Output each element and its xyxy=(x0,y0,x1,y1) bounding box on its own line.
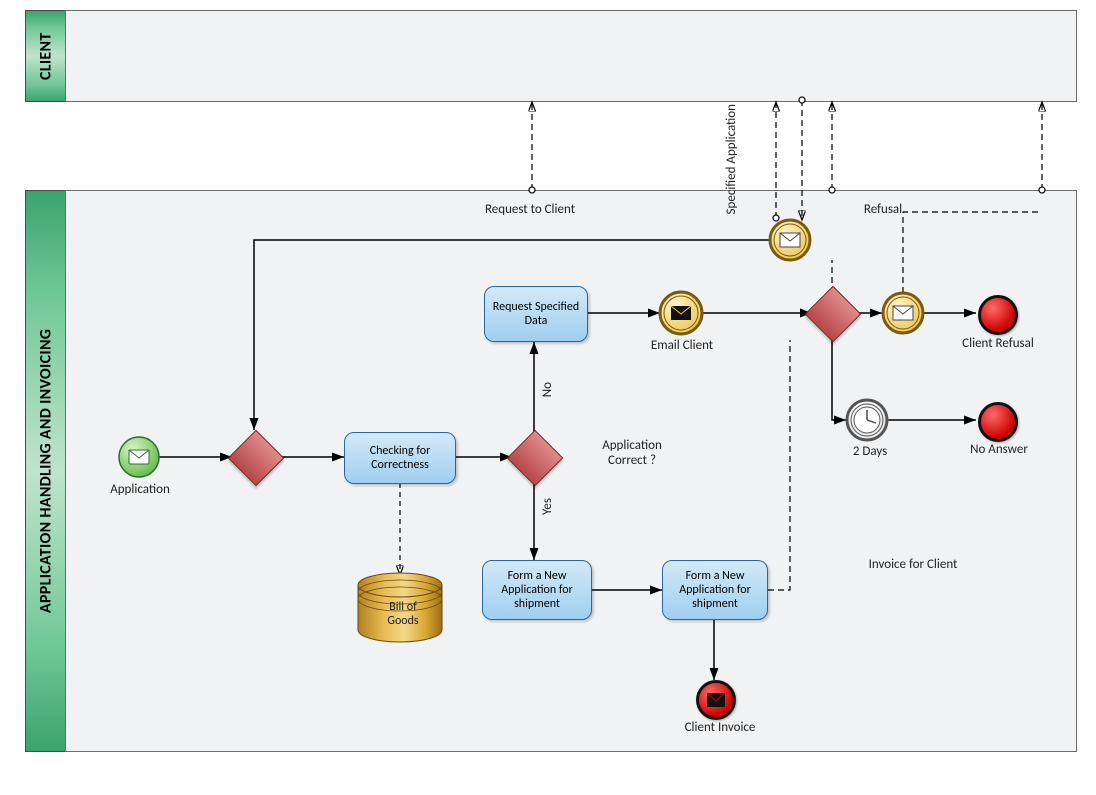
label-2-days: 2 Days xyxy=(840,444,900,459)
label-bill-of-goods: Bill of Goods xyxy=(378,600,428,628)
label-yes: Yes xyxy=(540,498,564,515)
connectors-layer xyxy=(0,0,1096,795)
end-event-client-invoice xyxy=(696,680,736,720)
label-no-answer: No Answer xyxy=(954,442,1044,457)
label-client-invoice: Client Invoice xyxy=(670,720,770,735)
label-invoice-for-client: Invoice for Client xyxy=(848,557,978,572)
label-no: No xyxy=(540,382,564,397)
label-specified-application: Specified Application xyxy=(724,104,744,214)
envelope-icon xyxy=(707,693,725,707)
task-checking-correctness: Checking for Correctness xyxy=(344,432,456,484)
task-form-new-application-2: Form a New Application for shipment xyxy=(662,560,768,620)
label-application: Application xyxy=(100,482,180,497)
label-client-refusal: Client Refusal xyxy=(948,336,1048,351)
label-app-correct: Application Correct ? xyxy=(582,438,682,468)
label-email-client: Email Client xyxy=(642,338,722,353)
task-request-specified-data: Request Specified Data xyxy=(484,286,588,342)
task-form-new-application-1: Form a New Application for shipment xyxy=(482,560,592,620)
end-event-no-answer xyxy=(978,402,1018,442)
label-refusal: Refusal xyxy=(848,202,918,217)
label-request-to-client: Request to Client xyxy=(460,202,600,217)
diagram-canvas: CLIENT APPLICATION HANDLING AND INVOICIN… xyxy=(0,0,1096,795)
end-event-client-refusal xyxy=(978,295,1018,335)
